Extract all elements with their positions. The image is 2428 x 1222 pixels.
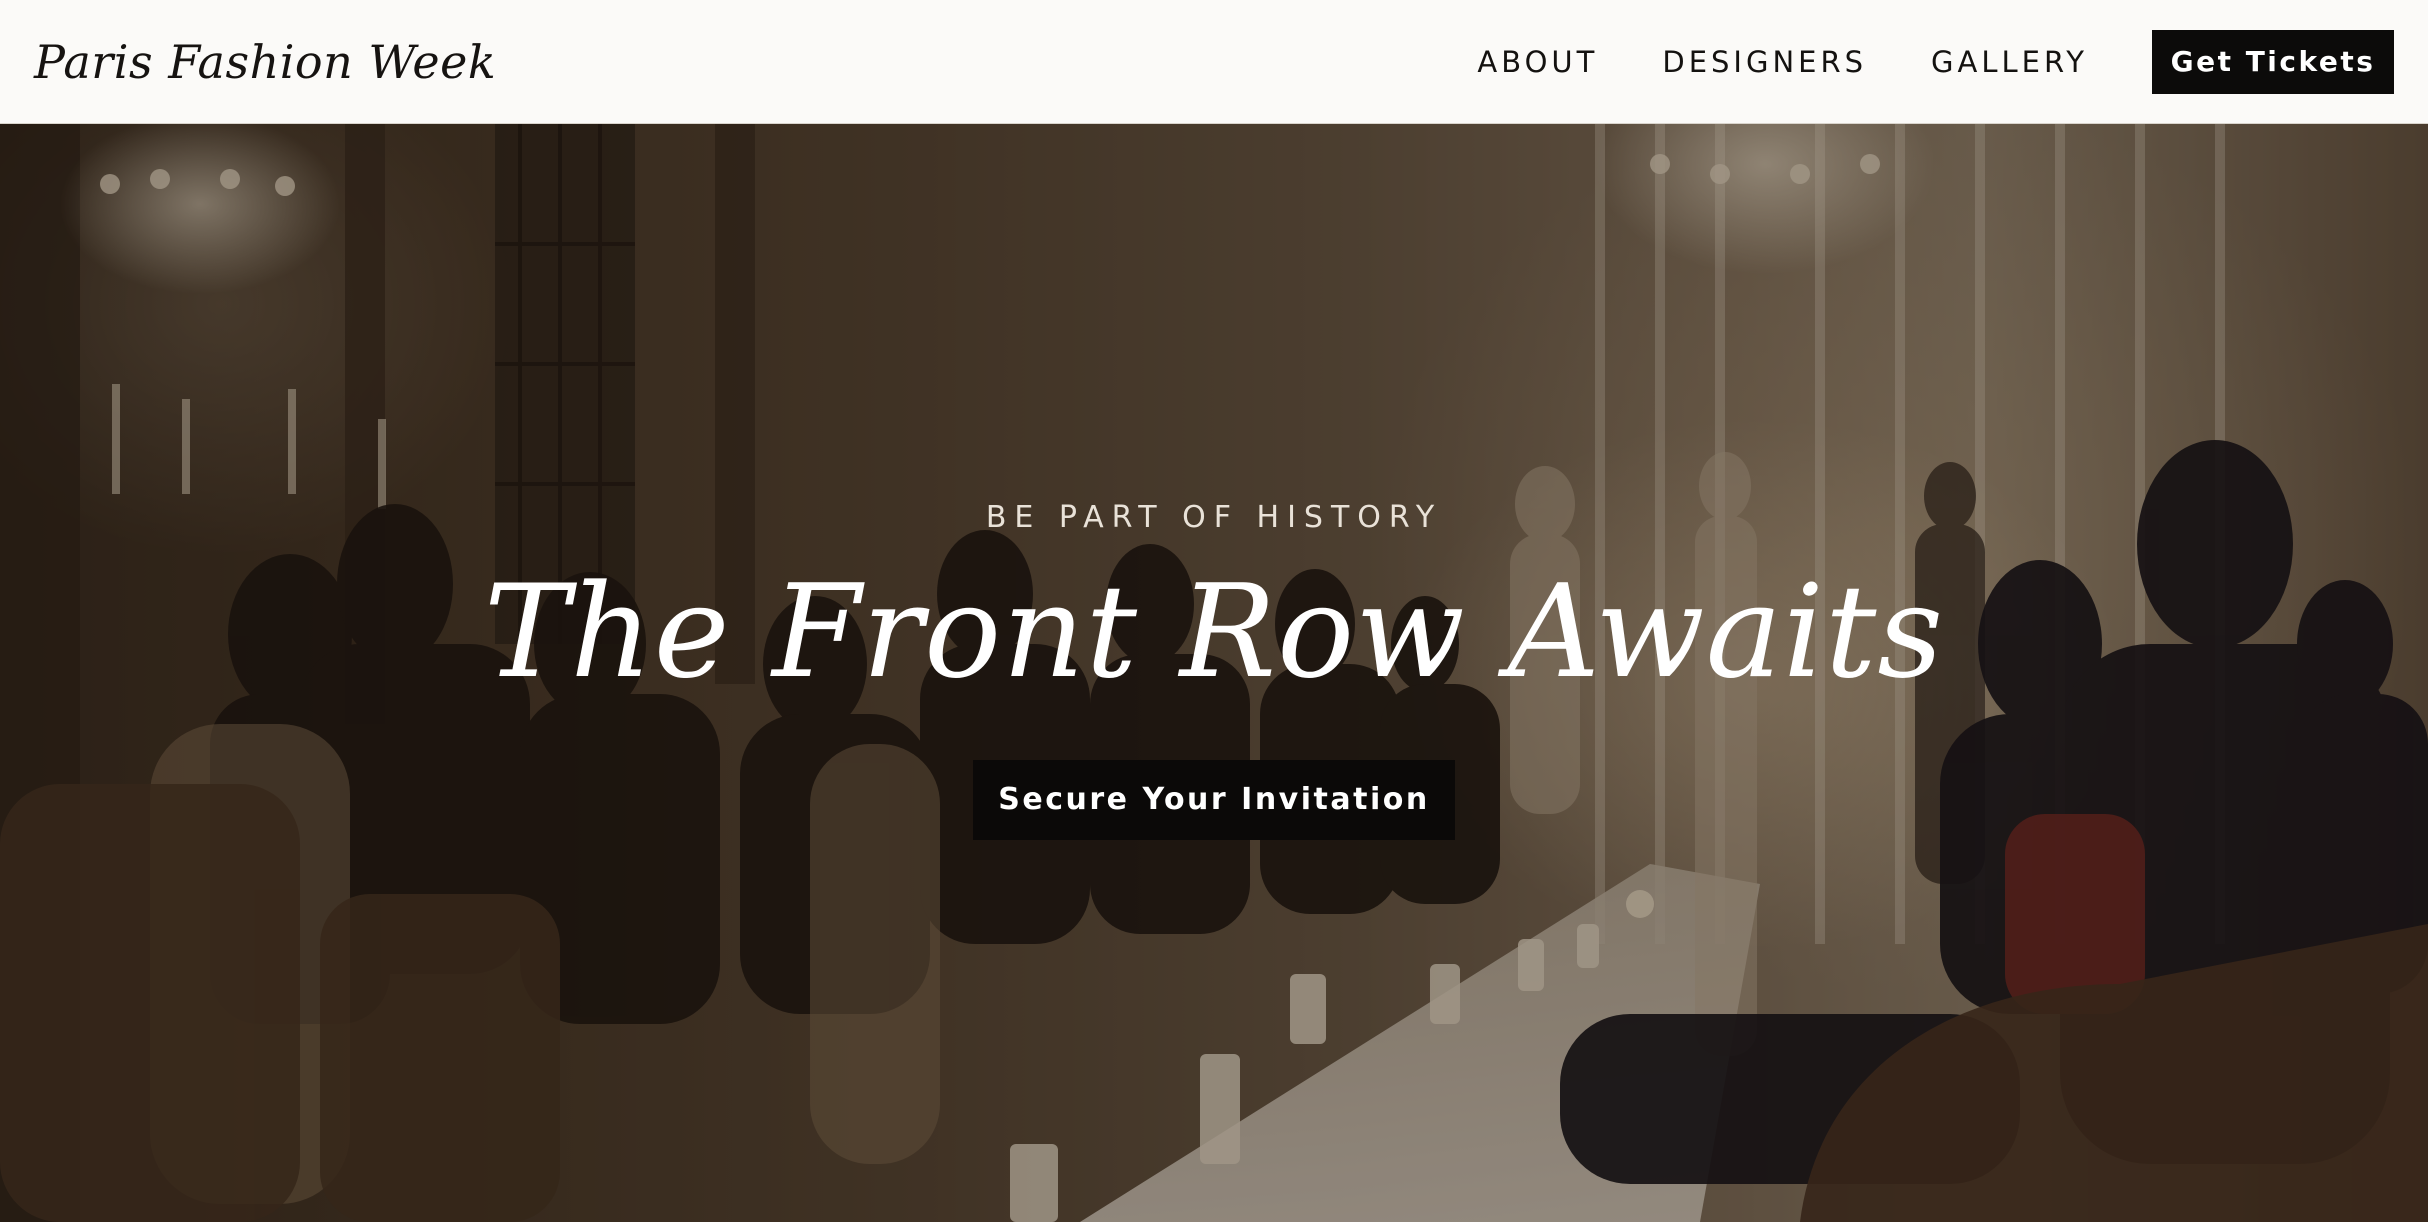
main-nav: ABOUT DESIGNERS GALLERY Get Tickets	[1477, 29, 2394, 94]
hero-content: BE PART OF HISTORY The Front Row Awaits …	[0, 124, 2428, 1222]
nav-link-designers[interactable]: DESIGNERS	[1662, 45, 1867, 79]
nav-link-gallery[interactable]: GALLERY	[1931, 45, 2088, 79]
hero-eyebrow: BE PART OF HISTORY	[985, 500, 1443, 535]
brand-logo[interactable]: Paris Fashion Week	[34, 35, 496, 89]
hero-headline: The Front Row Awaits	[483, 558, 1945, 707]
site-header: Paris Fashion Week ABOUT DESIGNERS GALLE…	[0, 0, 2428, 124]
get-tickets-button[interactable]: Get Tickets	[2152, 29, 2394, 94]
nav-link-about[interactable]: ABOUT	[1477, 45, 1598, 79]
secure-invitation-button[interactable]: Secure Your Invitation	[973, 759, 1455, 840]
hero-section: BE PART OF HISTORY The Front Row Awaits …	[0, 124, 2428, 1222]
